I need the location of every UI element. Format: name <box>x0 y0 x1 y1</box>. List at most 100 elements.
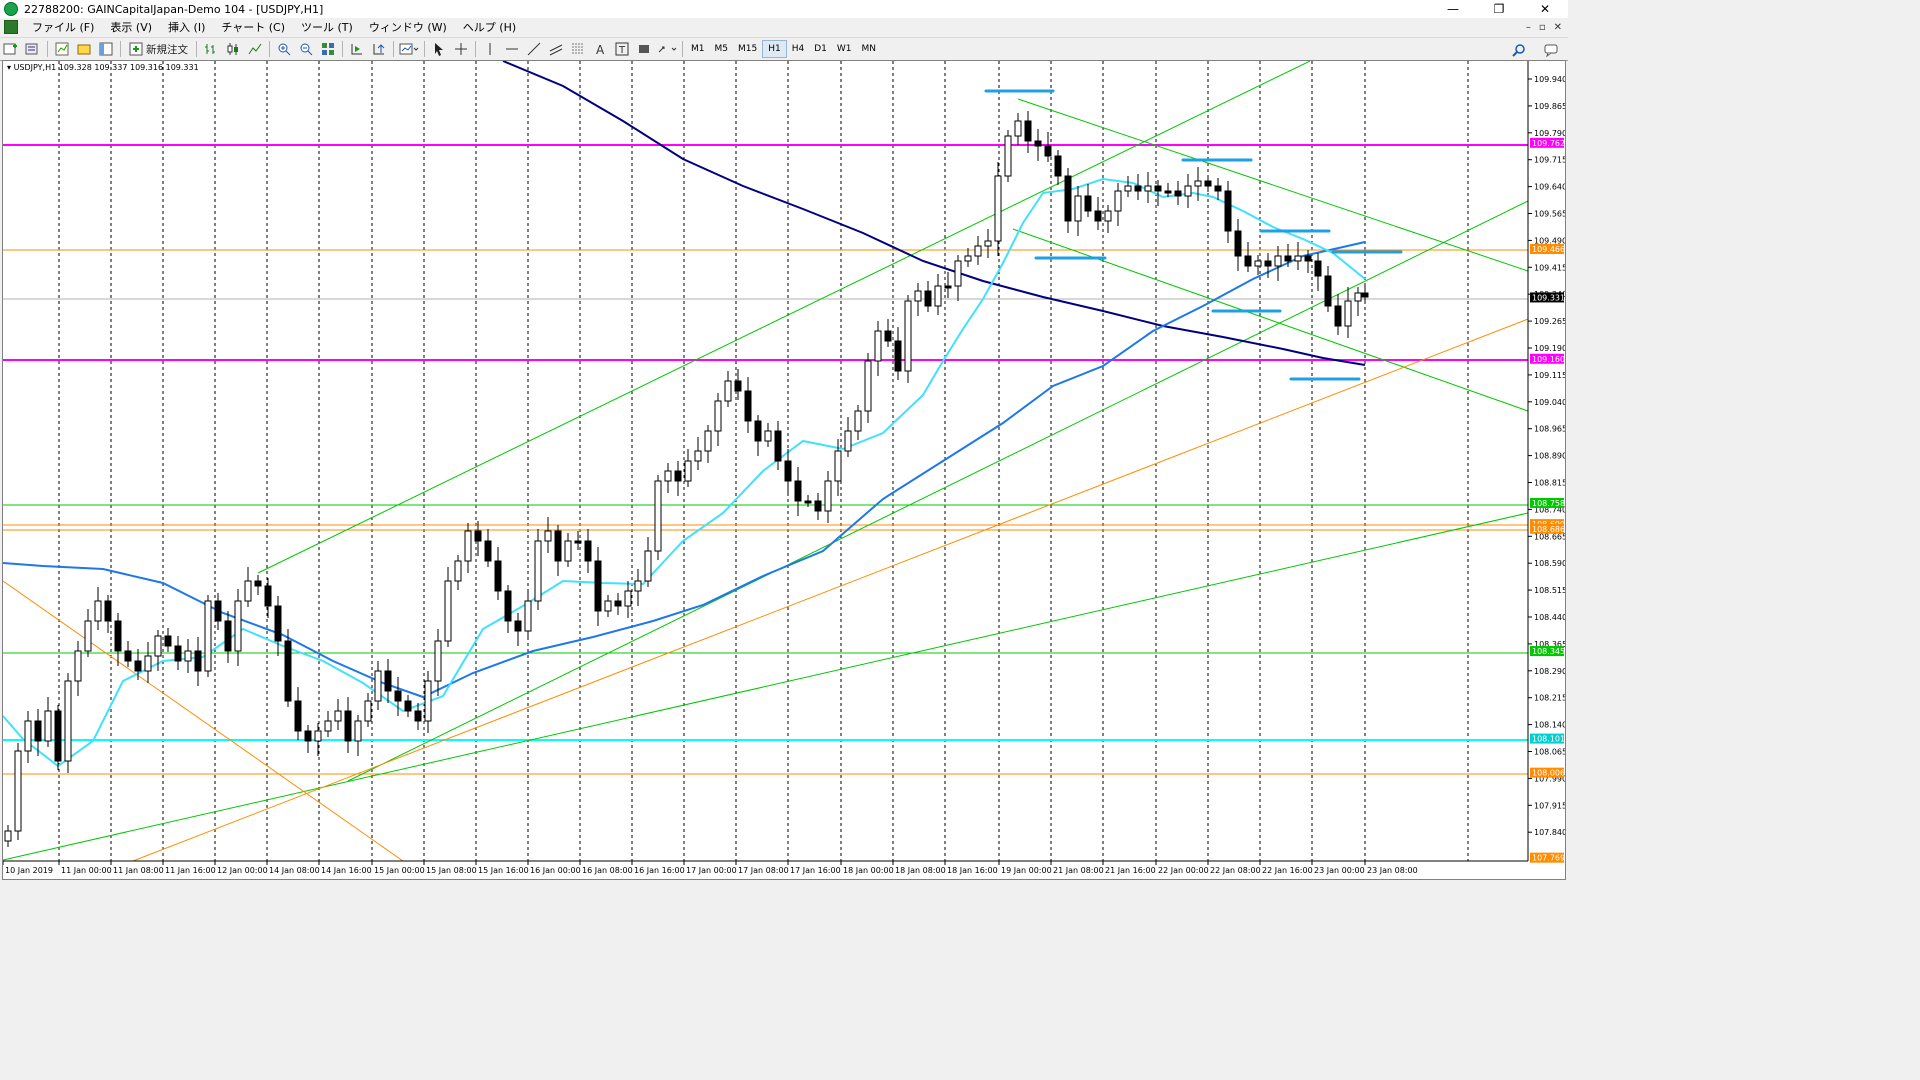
candle <box>424 671 432 733</box>
candle <box>954 255 962 301</box>
time-tick-label: 18 Jan 00:00 <box>843 866 894 875</box>
indicators-icon[interactable] <box>399 40 419 58</box>
mdi-minimize-button[interactable]: – <box>1526 22 1531 33</box>
new-chart-icon[interactable] <box>2 40 20 58</box>
candle <box>654 475 662 560</box>
menu-bar: ファイル (F) 表示 (V) 挿入 (I) チャート (C) ツール (T) … <box>0 18 1568 36</box>
chat-icon[interactable] <box>1542 41 1560 59</box>
candle-body <box>794 480 802 502</box>
timeframe-m5[interactable]: M5 <box>710 41 734 57</box>
timeframe-mn[interactable]: MN <box>857 41 882 57</box>
candle-body <box>674 470 682 482</box>
timeframe-w1[interactable]: W1 <box>832 41 857 57</box>
candle <box>104 595 112 633</box>
candle-body <box>214 600 222 622</box>
chart-window-icon[interactable] <box>4 20 18 34</box>
tile-windows-icon[interactable] <box>319 40 337 58</box>
line-chart-icon[interactable] <box>246 40 264 58</box>
time-tick-label: 16 Jan 16:00 <box>634 866 685 875</box>
timeframe-m1[interactable]: M1 <box>686 41 710 57</box>
timeframe-h4[interactable]: H4 <box>787 41 810 57</box>
mdi-close-button[interactable]: ✕ <box>1554 22 1562 33</box>
navigator-icon[interactable] <box>75 40 93 58</box>
candle-body <box>1194 180 1202 187</box>
menu-file[interactable]: ファイル (F) <box>24 19 102 35</box>
search-icon[interactable] <box>1510 41 1528 59</box>
price-chart[interactable]: 109.940 109.865 109.790 109.715 109.640 109.5… <box>3 61 1565 879</box>
candle <box>684 449 692 487</box>
price-tick-label: 109.565 <box>1534 210 1565 219</box>
candle-body <box>34 720 42 742</box>
mdi-restore-button[interactable]: ▫ <box>1539 22 1546 33</box>
restore-button[interactable]: ❐ <box>1476 0 1522 18</box>
candle <box>694 437 702 470</box>
menu-view[interactable]: 表示 (V) <box>102 19 160 35</box>
horizontal-levels[interactable] <box>3 144 1528 775</box>
toolbar: 新規注文 A T M1 M5 M15 H1 H4 D1 W1 MN <box>0 37 1568 61</box>
auto-scroll-icon[interactable] <box>348 40 366 58</box>
price-tick-label: 108.965 <box>1534 425 1565 434</box>
menu-charts[interactable]: チャート (C) <box>213 19 293 35</box>
candle-body <box>834 450 842 482</box>
candle <box>374 661 382 710</box>
price-tick-label: 109.865 <box>1534 102 1565 111</box>
zoom-out-icon[interactable] <box>297 40 315 58</box>
candlestick-icon[interactable] <box>224 40 242 58</box>
candle <box>894 327 902 380</box>
profiles-icon[interactable] <box>24 40 42 58</box>
price-axis[interactable]: 109.940 109.865 109.790 109.715 109.640 109.5… <box>1528 75 1565 837</box>
horizontal-line-icon[interactable] <box>503 40 521 58</box>
new-order-button[interactable]: 新規注文 <box>126 40 191 58</box>
fibonacci-icon[interactable] <box>569 40 587 58</box>
candle-body <box>864 360 872 412</box>
chart-window[interactable]: 109.940 109.865 109.790 109.715 109.640 109.5… <box>2 60 1566 880</box>
time-tick-label: 18 Jan 08:00 <box>895 866 946 875</box>
menu-help[interactable]: ヘルプ (H) <box>455 19 524 35</box>
timeframe-d1[interactable]: D1 <box>809 41 832 57</box>
trendline-icon[interactable] <box>525 40 543 58</box>
price-tick-label: 109.190 <box>1534 344 1565 353</box>
text-icon[interactable]: A <box>591 40 609 58</box>
candle <box>1084 184 1092 217</box>
candle-body <box>344 710 352 742</box>
arrows-icon[interactable] <box>657 40 677 58</box>
svg-text:A: A <box>596 43 605 56</box>
candle-body <box>134 660 142 672</box>
time-axis[interactable]: 10 Jan 2019 11 Jan 00:00 11 Jan 08:00 11 Ja… <box>3 861 1418 875</box>
trendline-green <box>1017 98 1528 272</box>
channel-icon[interactable] <box>547 40 565 58</box>
candle <box>494 547 502 600</box>
time-tick-label: 18 Jan 16:00 <box>947 866 998 875</box>
candle-body <box>604 600 612 612</box>
rectangle-icon[interactable] <box>635 40 653 58</box>
minimize-button[interactable]: — <box>1430 0 1476 18</box>
vertical-line-icon[interactable] <box>481 40 499 58</box>
zoom-in-icon[interactable] <box>275 40 293 58</box>
candle <box>984 229 992 258</box>
candle-body <box>434 640 442 682</box>
cursor-icon[interactable] <box>430 40 448 58</box>
crosshair-icon[interactable] <box>452 40 470 58</box>
price-tick-label: 108.065 <box>1534 748 1565 757</box>
menu-window[interactable]: ウィンドウ (W) <box>361 19 455 35</box>
candles[interactable] <box>4 111 1369 847</box>
timeframe-m15[interactable]: M15 <box>733 41 762 57</box>
chart-shift-icon[interactable] <box>370 40 388 58</box>
candle-body <box>1254 260 1262 267</box>
candle-body <box>544 530 552 542</box>
menu-insert[interactable]: 挿入 (I) <box>160 19 213 35</box>
terminal-icon[interactable] <box>97 40 115 58</box>
candle-body <box>824 480 832 512</box>
price-tag-label: 107.769 <box>1532 854 1565 863</box>
bar-chart-icon[interactable] <box>202 40 220 58</box>
candle <box>854 405 862 440</box>
candle <box>1294 242 1302 270</box>
close-button[interactable]: ✕ <box>1522 0 1568 18</box>
timeframe-h1[interactable]: H1 <box>762 40 787 58</box>
market-watch-icon[interactable] <box>53 40 71 58</box>
title-bar: 22788200: GAINCapitalJapan-Demo 104 - [U… <box>0 0 1568 18</box>
text-label-icon[interactable]: T <box>613 40 631 58</box>
menu-tools[interactable]: ツール (T) <box>293 19 361 35</box>
candle-body <box>844 430 852 452</box>
candle-body <box>554 530 562 562</box>
